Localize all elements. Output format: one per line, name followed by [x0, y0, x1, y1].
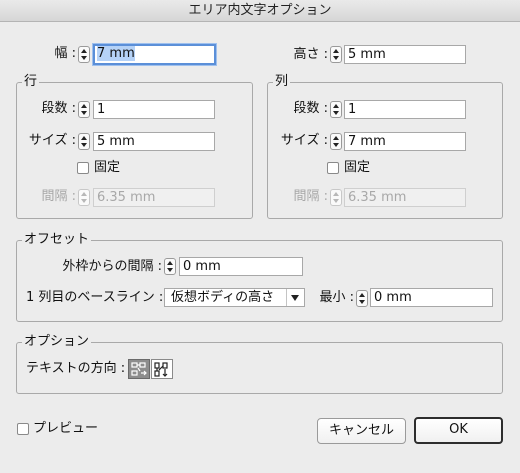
preview-checkbox[interactable] [17, 423, 29, 435]
rows-fixed-label: 固定 [94, 160, 121, 175]
window-title: エリア内文字オプション [0, 0, 520, 22]
height-input[interactable]: 5 mm [344, 45, 466, 64]
area-type-options-dialog: エリア内文字オプション 幅 : 7 mm 高さ : 5 mm 行 段数 : 1 … [0, 0, 520, 473]
min-input[interactable]: 0 mm [370, 288, 493, 307]
rows-fixed-checkbox[interactable] [77, 162, 89, 174]
offset-group [16, 240, 503, 322]
preview-label: プレビュー [33, 421, 99, 436]
columns-size-label: サイズ : [280, 133, 328, 148]
rows-gutter-stepper-icon[interactable] [78, 189, 90, 206]
inset-spacing-stepper-icon[interactable] [164, 258, 176, 275]
width-value: 7 mm [97, 46, 135, 61]
columns-size-input[interactable]: 7 mm [344, 132, 466, 151]
rows-count-label: 段数 : [41, 101, 76, 116]
ok-button[interactable]: OK [414, 417, 503, 444]
width-stepper-icon[interactable] [78, 46, 90, 63]
rows-size-input[interactable]: 5 mm [93, 132, 215, 151]
min-label: 最小 : [319, 290, 354, 305]
text-flow-label: テキストの方向 : [26, 361, 126, 376]
inset-spacing-label: 外枠からの間隔 : [62, 259, 162, 274]
columns-count-label: 段数 : [293, 101, 328, 116]
columns-count-input[interactable]: 1 [344, 100, 466, 119]
min-stepper-icon[interactable] [356, 290, 368, 307]
rows-size-stepper-icon[interactable] [78, 133, 90, 150]
rows-gutter-input[interactable]: 6.35 mm [93, 188, 215, 207]
chevron-down-icon [291, 295, 299, 301]
rows-count-input[interactable]: 1 [93, 100, 215, 119]
width-label: 幅 : [54, 46, 76, 61]
columns-fixed-checkbox[interactable] [327, 162, 339, 174]
height-stepper-icon[interactable] [330, 46, 342, 63]
first-baseline-label: 1 列目のベースライン : [26, 290, 164, 305]
columns-gutter-stepper-icon[interactable] [330, 189, 342, 206]
columns-group-title: 列 [273, 74, 291, 90]
rows-count-stepper-icon[interactable] [78, 101, 90, 118]
columns-size-stepper-icon[interactable] [330, 133, 342, 150]
columns-gutter-input[interactable]: 6.35 mm [344, 188, 466, 207]
columns-gutter-label: 間隔 : [293, 189, 328, 204]
rows-size-label: サイズ : [28, 133, 76, 148]
width-input[interactable]: 7 mm [93, 44, 216, 65]
columns-fixed-label: 固定 [344, 160, 371, 175]
text-flow-by-columns-icon[interactable] [151, 359, 173, 379]
first-baseline-selected: 仮想ボディの高さ [171, 290, 275, 305]
text-flow-by-rows-icon[interactable] [128, 359, 150, 379]
offset-group-title: オフセット [22, 232, 92, 248]
cancel-button[interactable]: キャンセル [317, 418, 406, 444]
rows-group-title: 行 [22, 74, 40, 90]
rows-gutter-label: 間隔 : [41, 189, 76, 204]
inset-spacing-input[interactable]: 0 mm [179, 257, 303, 276]
options-group-title: オプション [22, 334, 92, 350]
first-baseline-select[interactable]: 仮想ボディの高さ [164, 288, 305, 307]
height-label: 高さ : [293, 47, 328, 62]
columns-count-stepper-icon[interactable] [330, 101, 342, 118]
